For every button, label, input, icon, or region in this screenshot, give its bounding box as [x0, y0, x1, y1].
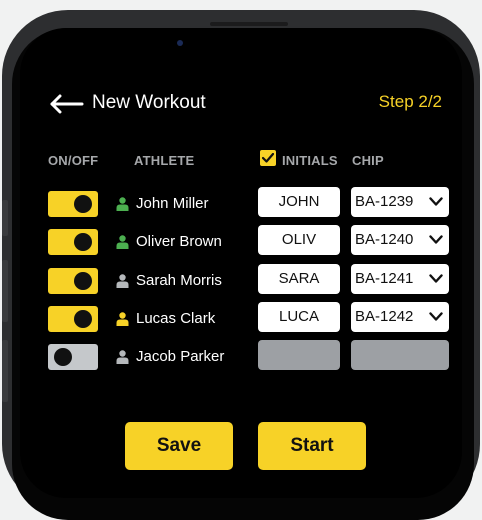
side-button	[2, 260, 8, 322]
person-icon	[116, 274, 129, 288]
step-indicator: Step 2/2	[378, 92, 442, 111]
initials-input[interactable]: LUCA	[258, 302, 340, 332]
toggle-knob	[74, 310, 92, 328]
toggle-knob	[74, 195, 92, 213]
athlete-row: Lucas Clark LUCA BA-1242	[20, 302, 462, 334]
chip-value: BA-1241	[355, 270, 414, 287]
speaker-grille	[210, 22, 288, 26]
chip-value: BA-1240	[355, 231, 414, 248]
person-icon	[116, 197, 129, 211]
athlete-row: Oliver Brown OLIV BA-1240	[20, 225, 462, 257]
athlete-name: Lucas Clark	[136, 310, 216, 327]
athlete-toggle[interactable]	[48, 191, 98, 217]
initials-input[interactable]	[258, 340, 340, 370]
toggle-knob	[74, 233, 92, 251]
athlete-row: Sarah Morris SARA BA-1241	[20, 264, 462, 296]
chevron-down-icon	[429, 312, 443, 321]
column-header-onoff: ON/OFF	[48, 153, 99, 168]
initials-select-all-checkbox[interactable]	[260, 150, 276, 166]
column-header-athlete: ATHLETE	[134, 153, 195, 168]
toggle-knob	[54, 348, 72, 366]
chevron-down-icon	[429, 274, 443, 283]
chip-value: BA-1239	[355, 193, 414, 210]
header: New Workout Step 2/2	[50, 92, 442, 118]
athlete-name: Sarah Morris	[136, 272, 222, 289]
chip-select[interactable]: BA-1241	[351, 264, 449, 294]
camera-icon	[177, 40, 183, 46]
athlete-toggle[interactable]	[48, 229, 98, 255]
back-arrow-icon[interactable]	[50, 94, 84, 114]
toggle-knob	[74, 272, 92, 290]
checkmark-icon	[262, 153, 274, 163]
chevron-down-icon	[429, 235, 443, 244]
initials-input[interactable]: SARA	[258, 264, 340, 294]
app-screen: New Workout Step 2/2 ON/OFF ATHLETE INIT…	[20, 28, 462, 498]
person-icon	[116, 235, 129, 249]
column-header-chip: CHIP	[352, 153, 384, 168]
chip-select[interactable]: BA-1240	[351, 225, 449, 255]
chip-select[interactable]: BA-1239	[351, 187, 449, 217]
save-button[interactable]: Save	[125, 422, 233, 470]
side-button	[2, 200, 8, 236]
athlete-row: John Miller JOHN BA-1239	[20, 187, 462, 219]
athlete-toggle[interactable]	[48, 268, 98, 294]
chip-select[interactable]: BA-1242	[351, 302, 449, 332]
initials-input[interactable]: JOHN	[258, 187, 340, 217]
athlete-name: John Miller	[136, 195, 209, 212]
athlete-toggle[interactable]	[48, 344, 98, 370]
chip-value: BA-1242	[355, 308, 414, 325]
chip-select[interactable]	[351, 340, 449, 370]
page-title: New Workout	[92, 92, 206, 113]
athlete-toggle[interactable]	[48, 306, 98, 332]
athlete-name: Jacob Parker	[136, 348, 225, 365]
athlete-name: Oliver Brown	[136, 233, 222, 250]
person-icon	[116, 312, 129, 326]
start-button[interactable]: Start	[258, 422, 366, 470]
athlete-row: Jacob Parker	[20, 340, 462, 372]
initials-input[interactable]: OLIV	[258, 225, 340, 255]
person-icon	[116, 350, 129, 364]
column-header-initials: INITIALS	[282, 153, 338, 168]
chevron-down-icon	[429, 197, 443, 206]
side-button	[2, 340, 8, 402]
